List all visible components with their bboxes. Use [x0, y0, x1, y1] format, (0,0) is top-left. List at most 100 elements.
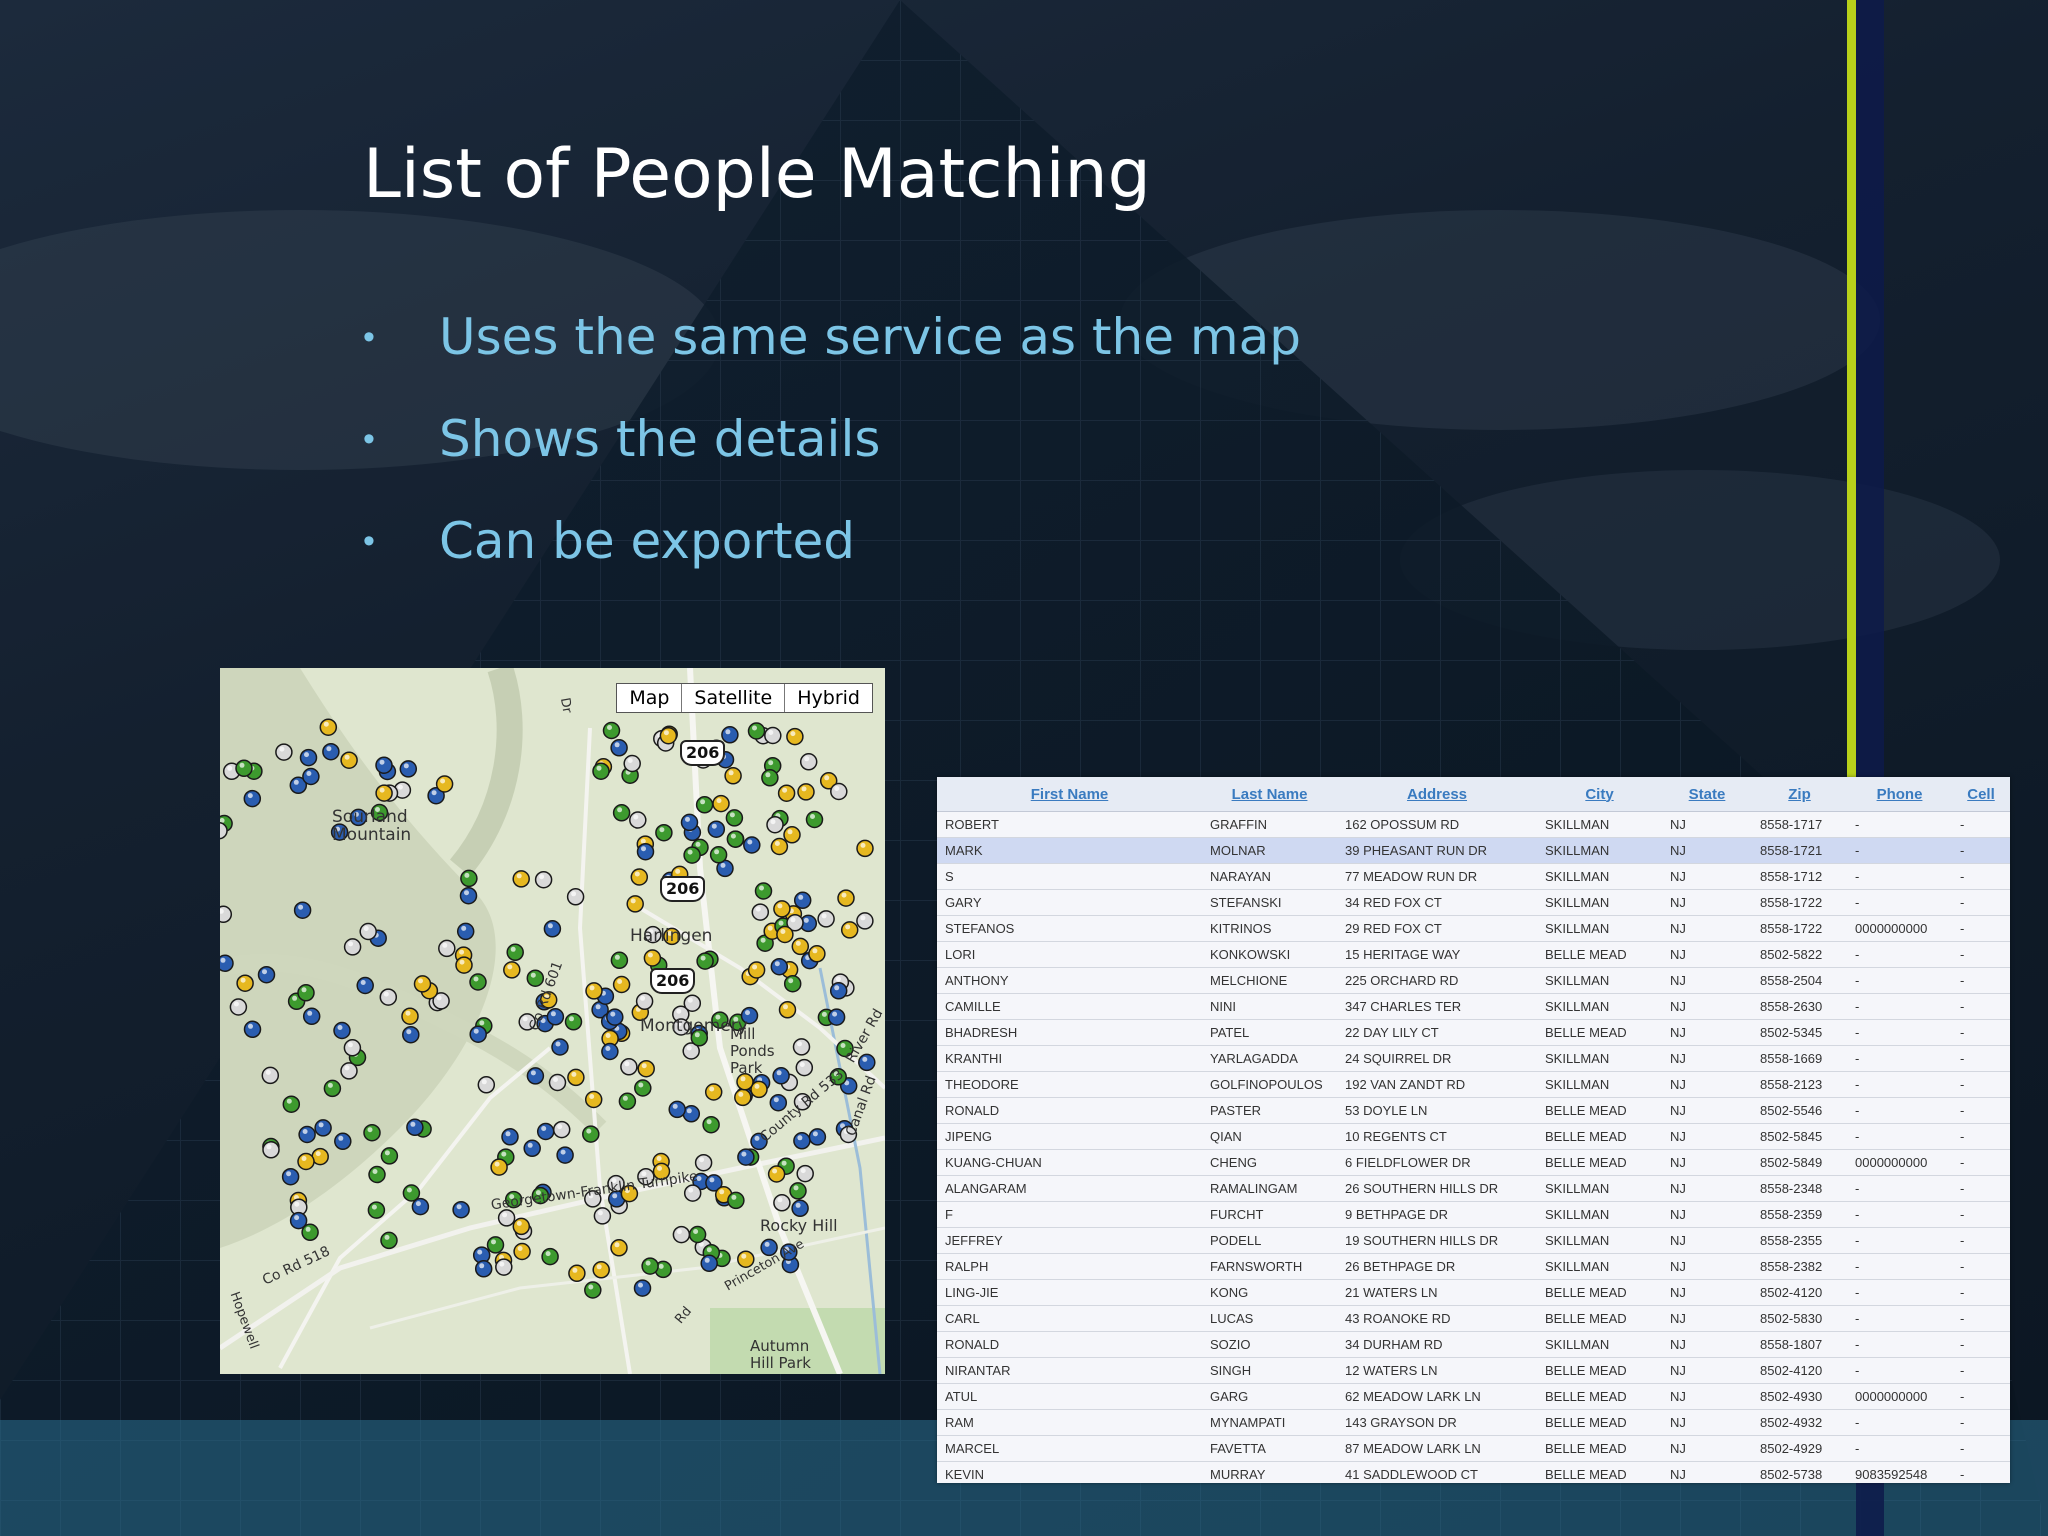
- map-pin-icon[interactable]: [725, 809, 744, 827]
- map-pin-icon[interactable]: [769, 1093, 788, 1112]
- map-pin-icon[interactable]: [721, 726, 739, 744]
- map-pin-icon[interactable]: [490, 1158, 508, 1176]
- table-row[interactable]: ALANGARAM RAMALINGAM 26 SOUTHERN HILLS DR S…: [937, 1175, 2010, 1202]
- map-pin-icon[interactable]: [340, 1062, 358, 1080]
- table-row[interactable]: LORI KONKOWSKI 15 HERITAGE WAY BELLE MEAD NJ…: [937, 941, 2010, 968]
- map-pin-icon[interactable]: [513, 1242, 531, 1261]
- map-pin-icon[interactable]: [340, 751, 358, 769]
- map-pin-icon[interactable]: [438, 939, 456, 958]
- map-pin-icon[interactable]: [592, 1261, 610, 1279]
- map-pin-icon[interactable]: [776, 925, 794, 944]
- map-pin-icon[interactable]: [282, 1095, 301, 1113]
- map-pin-icon[interactable]: [297, 984, 315, 1002]
- table-row[interactable]: KRANTHI YARLAGADDA 24 SQUIRREL DR SKILLMAN N…: [937, 1045, 2010, 1072]
- map-pin-icon[interactable]: [380, 1231, 398, 1250]
- map-button[interactable]: Map: [617, 684, 683, 712]
- map-pin-icon[interactable]: [747, 961, 766, 979]
- map-pin-icon[interactable]: [367, 1201, 386, 1219]
- map-pin-icon[interactable]: [683, 1184, 702, 1202]
- map-pin-icon[interactable]: [635, 992, 654, 1011]
- map-pin-icon[interactable]: [556, 1146, 574, 1164]
- table-row[interactable]: CARL LUCAS 43 ROANOKE RD BELLE MEAD NJ 8502-5…: [937, 1305, 2010, 1332]
- map-pin-icon[interactable]: [856, 912, 874, 930]
- map-pin-icon[interactable]: [501, 1128, 519, 1146]
- map-pin-icon[interactable]: [497, 1209, 516, 1227]
- map-pin-icon[interactable]: [856, 839, 874, 858]
- table-row[interactable]: NIRANTAR SINGH 12 WATERS LN BELLE MEAD NJ 850…: [937, 1357, 2010, 1384]
- map-pin-icon[interactable]: [452, 1200, 470, 1219]
- map-pin-icon[interactable]: [568, 1264, 586, 1283]
- map-pin-icon[interactable]: [413, 975, 432, 993]
- map-pin-icon[interactable]: [469, 1025, 487, 1043]
- map-pin-icon[interactable]: [655, 823, 673, 842]
- map-pin-icon[interactable]: [302, 1007, 321, 1026]
- map-view[interactable]: Map Satellite Hybrid 206 206 206 Sourlan…: [220, 668, 885, 1374]
- map-pin-icon[interactable]: [712, 794, 730, 813]
- map-pin-icon[interactable]: [610, 1239, 628, 1257]
- map-pin-icon[interactable]: [743, 836, 761, 854]
- map-pin-icon[interactable]: [618, 1092, 637, 1111]
- column-header-last-name[interactable]: Last Name: [1202, 777, 1337, 812]
- map-pin-icon[interactable]: [536, 1122, 555, 1141]
- map-pin-icon[interactable]: [770, 957, 789, 976]
- map-pin-icon[interactable]: [503, 961, 521, 979]
- table-row[interactable]: KEVIN MURRAY 41 SADDLEWOOD CT BELLE MEAD NJ 8…: [937, 1461, 2010, 1483]
- map-pin-icon[interactable]: [808, 945, 826, 963]
- table-row[interactable]: RONALD SOZIO 34 DURHAM RD SKILLMAN NJ 8558-18…: [937, 1331, 2010, 1358]
- map-pin-icon[interactable]: [456, 922, 475, 941]
- map-pin-icon[interactable]: [435, 775, 454, 793]
- map-pin-icon[interactable]: [643, 949, 662, 967]
- map-pin-icon[interactable]: [460, 869, 478, 888]
- map-pin-icon[interactable]: [541, 1247, 559, 1266]
- map-pin-icon[interactable]: [754, 882, 773, 900]
- map-pin-icon[interactable]: [783, 974, 802, 993]
- map-pin-icon[interactable]: [399, 760, 418, 778]
- map-pin-icon[interactable]: [593, 1207, 612, 1225]
- map-pin-icon[interactable]: [543, 920, 562, 938]
- map-pin-icon[interactable]: [704, 1083, 723, 1101]
- map-pin-icon[interactable]: [747, 722, 766, 740]
- map-pin-icon[interactable]: [534, 870, 553, 889]
- map-pin-icon[interactable]: [626, 895, 644, 913]
- map-pin-icon[interactable]: [469, 973, 487, 991]
- map-pin-icon[interactable]: [486, 1236, 505, 1254]
- map-pin-icon[interactable]: [297, 1152, 315, 1171]
- table-row[interactable]: THEODORE GOLFINOPOULOS 192 VAN ZANDT RD SKI…: [937, 1071, 2010, 1098]
- map-pin-icon[interactable]: [709, 846, 728, 864]
- map-pin-icon[interactable]: [724, 767, 742, 785]
- map-pin-icon[interactable]: [299, 748, 318, 767]
- map-pin-icon[interactable]: [796, 1164, 814, 1183]
- map-pin-icon[interactable]: [786, 727, 804, 746]
- map-pin-icon[interactable]: [602, 721, 621, 740]
- map-pin-icon[interactable]: [406, 1118, 424, 1137]
- map-pin-icon[interactable]: [455, 956, 473, 974]
- table-row[interactable]: JEFFREY PODELL 19 SOUTHERN HILLS DR SKILLMA…: [937, 1227, 2010, 1254]
- map-pin-icon[interactable]: [773, 1194, 791, 1212]
- map-pin-icon[interactable]: [767, 1165, 786, 1183]
- map-pin-icon[interactable]: [633, 1279, 652, 1297]
- column-header-address[interactable]: Address: [1337, 777, 1537, 812]
- map-pin-icon[interactable]: [764, 726, 782, 745]
- table-row[interactable]: KUANG-CHUAN CHENG 6 FIELDFLOWER DR BELLE ME…: [937, 1149, 2010, 1176]
- map-pin-icon[interactable]: [526, 1067, 545, 1085]
- map-pin-icon[interactable]: [817, 910, 835, 928]
- map-pin-icon[interactable]: [359, 922, 377, 941]
- map-pin-icon[interactable]: [696, 952, 714, 970]
- map-pin-icon[interactable]: [634, 1079, 652, 1097]
- map-pin-icon[interactable]: [356, 976, 374, 995]
- map-pin-icon[interactable]: [402, 1025, 420, 1044]
- map-pin-icon[interactable]: [695, 796, 714, 814]
- map-pin-icon[interactable]: [702, 1115, 720, 1134]
- column-header-cell[interactable]: Cell: [1952, 777, 2010, 812]
- map-pin-icon[interactable]: [281, 1167, 300, 1186]
- map-pin-icon[interactable]: [293, 901, 312, 919]
- map-pin-icon[interactable]: [707, 820, 726, 838]
- map-pin-icon[interactable]: [683, 994, 702, 1012]
- map-pin-icon[interactable]: [637, 1059, 655, 1078]
- map-pin-icon[interactable]: [606, 1008, 624, 1026]
- map-pin-icon[interactable]: [694, 1153, 713, 1172]
- map-pin-icon[interactable]: [459, 886, 478, 905]
- map-pin-icon[interactable]: [567, 1068, 585, 1087]
- map-pin-icon[interactable]: [773, 900, 791, 918]
- map-pin-icon[interactable]: [612, 975, 631, 994]
